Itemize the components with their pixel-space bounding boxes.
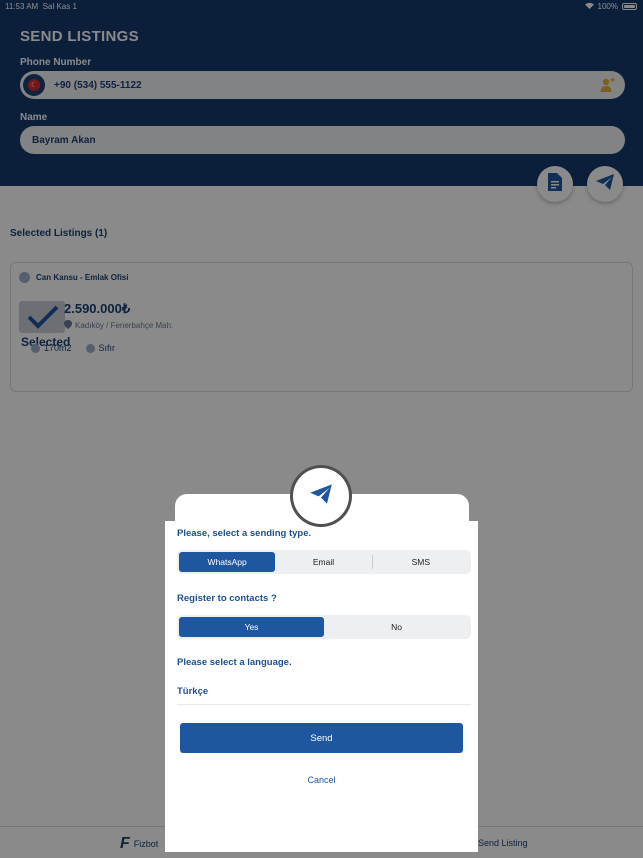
modal-icon-badge <box>290 465 352 527</box>
sending-type-email[interactable]: Email <box>275 552 371 572</box>
register-contacts-selector[interactable]: Yes No <box>177 615 471 639</box>
language-select[interactable]: Türkçe <box>177 686 208 697</box>
sending-type-whatsapp[interactable]: WhatsApp <box>179 552 276 572</box>
register-no[interactable]: No <box>324 617 469 637</box>
language-divider <box>177 704 471 705</box>
paper-plane-icon <box>309 483 333 510</box>
sending-type-label: Please, select a sending type. <box>177 528 312 539</box>
send-options-modal: Please, select a sending type. WhatsApp … <box>165 521 478 852</box>
register-contacts-label: Register to contacts ? <box>177 593 277 604</box>
modal-icon-circle <box>293 468 349 524</box>
register-yes[interactable]: Yes <box>179 617 324 637</box>
sending-type-sms[interactable]: SMS <box>373 552 469 572</box>
language-label: Please select a language. <box>177 657 292 668</box>
sending-type-selector[interactable]: WhatsApp Email SMS <box>177 550 471 574</box>
cancel-button[interactable]: Cancel <box>165 775 478 785</box>
send-button[interactable]: Send <box>180 723 463 753</box>
